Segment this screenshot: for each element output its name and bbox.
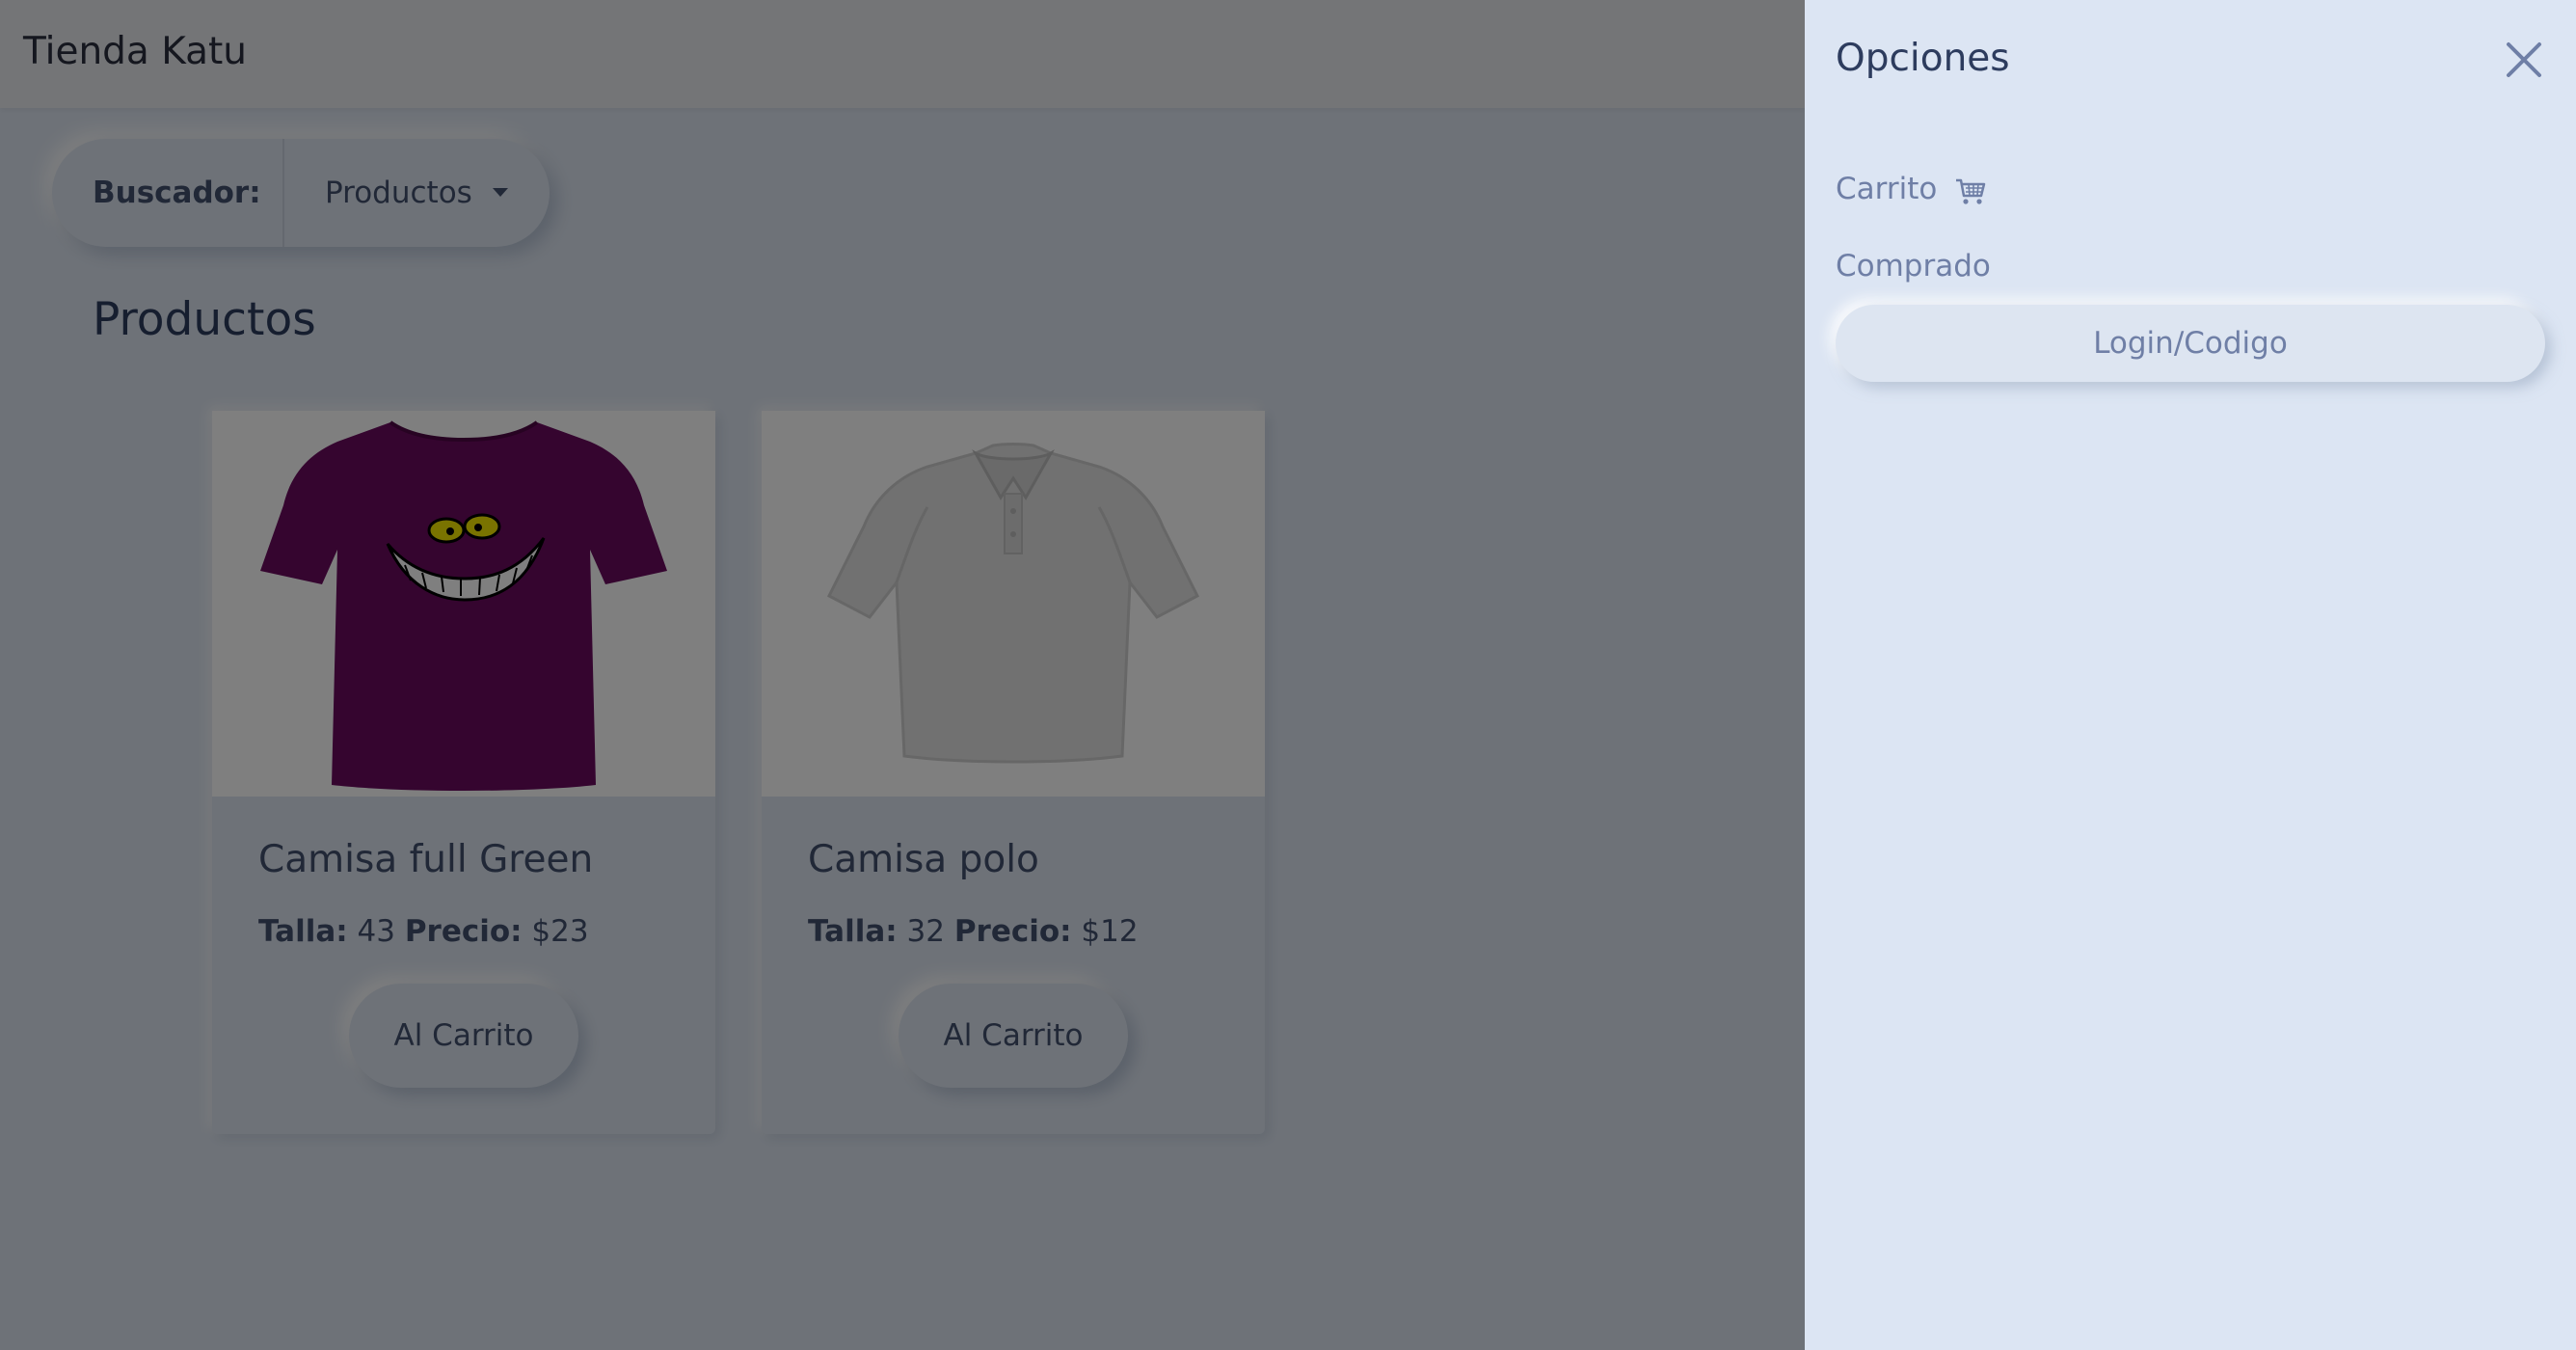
cart-link-label: Carrito — [1836, 172, 1938, 206]
modal-backdrop[interactable] — [0, 0, 1805, 1350]
cart-link[interactable]: Carrito — [1836, 168, 1987, 210]
login-button[interactable]: Login/Codigo — [1836, 305, 2545, 382]
shopping-cart-icon — [1956, 178, 1986, 204]
offcanvas-title: Opciones — [1836, 37, 2010, 80]
close-button[interactable] — [2501, 37, 2547, 83]
close-icon — [2507, 42, 2541, 77]
bought-link[interactable]: Comprado — [1836, 245, 1991, 287]
main-page: Tienda Katu Buscador: Productos Producto… — [0, 0, 1805, 1350]
options-offcanvas: Opciones Carrito Comprado Login/Codigo — [1805, 0, 2576, 1350]
